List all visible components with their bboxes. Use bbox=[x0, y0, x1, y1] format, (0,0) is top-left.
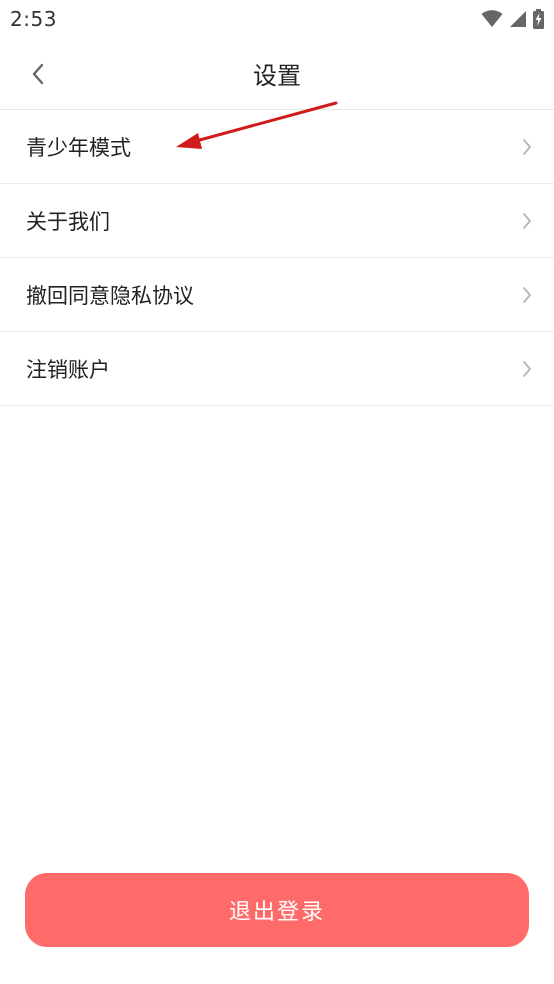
status-time: 2:53 bbox=[10, 7, 57, 31]
chevron-right-icon bbox=[522, 286, 532, 308]
logout-button[interactable]: 退出登录 bbox=[25, 873, 529, 947]
settings-item-label: 注销账户 bbox=[26, 357, 110, 382]
settings-item-about-us[interactable]: 关于我们 bbox=[0, 184, 554, 258]
chevron-right-icon bbox=[522, 212, 532, 234]
wifi-icon bbox=[481, 10, 503, 28]
settings-item-label: 撤回同意隐私协议 bbox=[26, 283, 194, 308]
cell-signal-icon bbox=[509, 10, 527, 28]
settings-screen: 2:53 设置 青少年模式 关于我们 撤回同意隐私协议 注销账户 退出登录 bbox=[0, 0, 554, 984]
settings-item-label: 关于我们 bbox=[26, 209, 110, 234]
chevron-left-icon bbox=[31, 63, 45, 89]
chevron-right-icon bbox=[522, 360, 532, 382]
status-icons bbox=[481, 9, 544, 29]
settings-item-revoke-privacy[interactable]: 撤回同意隐私协议 bbox=[0, 258, 554, 332]
chevron-right-icon bbox=[522, 138, 532, 160]
page-title: 设置 bbox=[253, 62, 301, 90]
back-button[interactable] bbox=[20, 58, 56, 94]
settings-item-label: 青少年模式 bbox=[26, 135, 131, 160]
app-header: 设置 bbox=[0, 38, 554, 110]
status-bar: 2:53 bbox=[0, 0, 554, 38]
battery-charging-icon bbox=[533, 9, 544, 29]
settings-item-delete-account[interactable]: 注销账户 bbox=[0, 332, 554, 406]
settings-list: 青少年模式 关于我们 撤回同意隐私协议 注销账户 bbox=[0, 110, 554, 406]
settings-item-teen-mode[interactable]: 青少年模式 bbox=[0, 110, 554, 184]
